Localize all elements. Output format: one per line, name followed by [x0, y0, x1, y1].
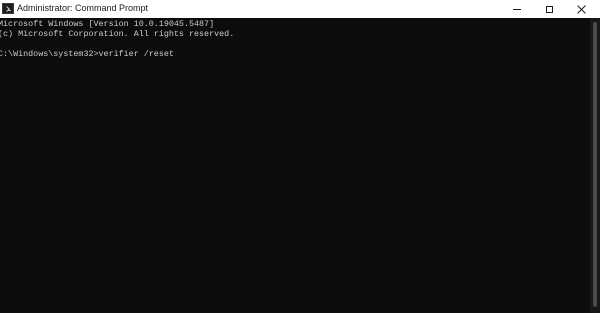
command-prompt-window: Administrator: Command Prompt Microsoft …	[0, 0, 600, 313]
console-line-copyright: (c) Microsoft Corporation. All rights re…	[0, 29, 235, 39]
maximize-icon	[545, 5, 553, 13]
minimize-button[interactable]	[502, 0, 532, 18]
console-line-command: C:\Windows\system32>verifier /reset	[0, 49, 174, 59]
console-output-area[interactable]: Microsoft Windows [Version 10.0.19045.54…	[0, 18, 590, 313]
scrollbar-thumb[interactable]	[593, 22, 597, 307]
console-icon	[2, 3, 14, 14]
console-line-version: Microsoft Windows [Version 10.0.19045.54…	[0, 19, 215, 29]
maximize-button[interactable]	[534, 0, 564, 18]
close-button[interactable]	[566, 0, 596, 18]
close-icon	[577, 5, 586, 14]
title-bar[interactable]: Administrator: Command Prompt	[0, 0, 600, 18]
minimize-icon	[513, 8, 521, 10]
window-title: Administrator: Command Prompt	[17, 3, 149, 13]
